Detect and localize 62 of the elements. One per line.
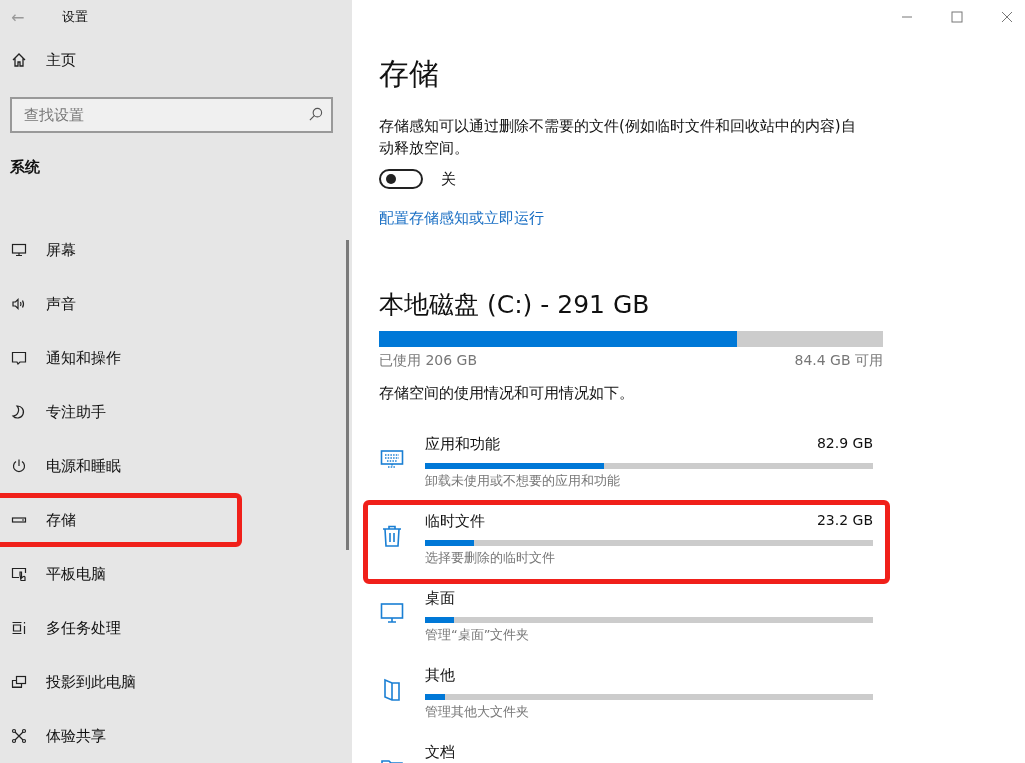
section-heading: 系统	[9, 158, 41, 177]
category-hint: 卸载未使用或不想要的应用和功能	[425, 472, 621, 490]
search-icon	[308, 107, 323, 122]
keyboard-icon	[380, 447, 404, 471]
category-name[interactable]: 其他	[425, 666, 455, 685]
projector-icon	[11, 674, 27, 690]
sidebar-row[interactable]: 体验共享	[0, 709, 242, 763]
usage-note: 存储空间的使用情况和可用情况如下。	[379, 384, 635, 403]
search-field[interactable]: 查找设置	[10, 97, 333, 133]
sidebar-row[interactable]: 多任务处理	[0, 601, 242, 655]
page-title: 存储	[379, 55, 440, 93]
power-icon	[11, 458, 27, 474]
category-size: 23.2 GB	[816, 512, 873, 530]
used-space: 已使用 206 GB	[379, 352, 478, 370]
sidebar-row[interactable]: 声音	[0, 277, 242, 331]
category-name[interactable]: 临时文件	[425, 512, 485, 531]
sidebar-item[interactable]: 平板电脑	[46, 564, 106, 584]
sidebar-row[interactable]: 通知和操作	[0, 331, 242, 385]
speaker-icon	[11, 296, 27, 312]
highlighted-category-row[interactable]: 临时文件 23.2 GB 选择要删除的临时文件	[363, 500, 890, 584]
category-size: 82.9 GB	[816, 435, 873, 453]
trash-icon	[380, 524, 404, 548]
sidebar-item[interactable]: 多任务处理	[46, 618, 121, 638]
scrollbar[interactable]	[346, 240, 349, 550]
home-icon	[11, 52, 27, 68]
sidebar-row[interactable]: 屏幕	[0, 223, 242, 277]
sidebar-row[interactable]: 电源和睡眠	[0, 439, 242, 493]
tablet-icon	[11, 566, 27, 582]
sidebar-item[interactable]: 电源和睡眠	[46, 456, 121, 476]
category-hint: 管理“桌面”文件夹	[425, 626, 531, 644]
sidebar-item[interactable]: 专注助手	[46, 402, 106, 422]
sidebar-row[interactable]: 投影到此电脑	[0, 655, 242, 709]
sidebar-item[interactable]: 存储	[46, 510, 76, 530]
sidebar-row[interactable]: 平板电脑	[0, 547, 242, 601]
toggle-switch[interactable]	[379, 169, 423, 189]
category-name[interactable]: 桌面	[425, 589, 455, 608]
multitask-icon	[11, 620, 27, 636]
category-name[interactable]: 应用和功能	[425, 435, 500, 454]
sidebar-row[interactable]: 专注助手	[0, 385, 242, 439]
highlighted-sidebar-row[interactable]: 存储	[0, 493, 242, 547]
disk-title: 本地磁盘 (C:) - 291 GB	[379, 289, 651, 321]
sidebar-item[interactable]: 屏幕	[46, 240, 76, 260]
description: 存储感知可以通过删除不需要的文件(例如临时文件和回收站中的内容)自动释放空间。	[379, 116, 857, 159]
sidebar-item[interactable]: 投影到此电脑	[46, 672, 136, 692]
window-title: 设置	[62, 8, 88, 26]
sidebar-item[interactable]: 声音	[46, 294, 76, 314]
free-space: 84.4 GB 可用	[794, 352, 883, 370]
category-name[interactable]: 文档	[425, 743, 455, 762]
toggle-label: 关	[441, 169, 456, 189]
sidebar-item[interactable]: 体验共享	[46, 726, 106, 746]
home-link[interactable]: 主页	[46, 50, 76, 70]
monitor-icon	[11, 242, 27, 258]
maximize-icon[interactable]	[951, 11, 963, 23]
close-icon[interactable]	[1001, 11, 1013, 23]
category-hint: 选择要删除的临时文件	[425, 549, 556, 567]
category-hint: 管理其他大文件夹	[425, 703, 530, 721]
speech-bubble-icon	[11, 350, 27, 366]
monitor-icon	[380, 601, 404, 625]
moon-icon	[11, 404, 27, 420]
share-icon	[11, 728, 27, 744]
sidebar-item[interactable]: 通知和操作	[46, 348, 121, 368]
configure-link[interactable]: 配置存储感知或立即运行	[379, 209, 544, 228]
